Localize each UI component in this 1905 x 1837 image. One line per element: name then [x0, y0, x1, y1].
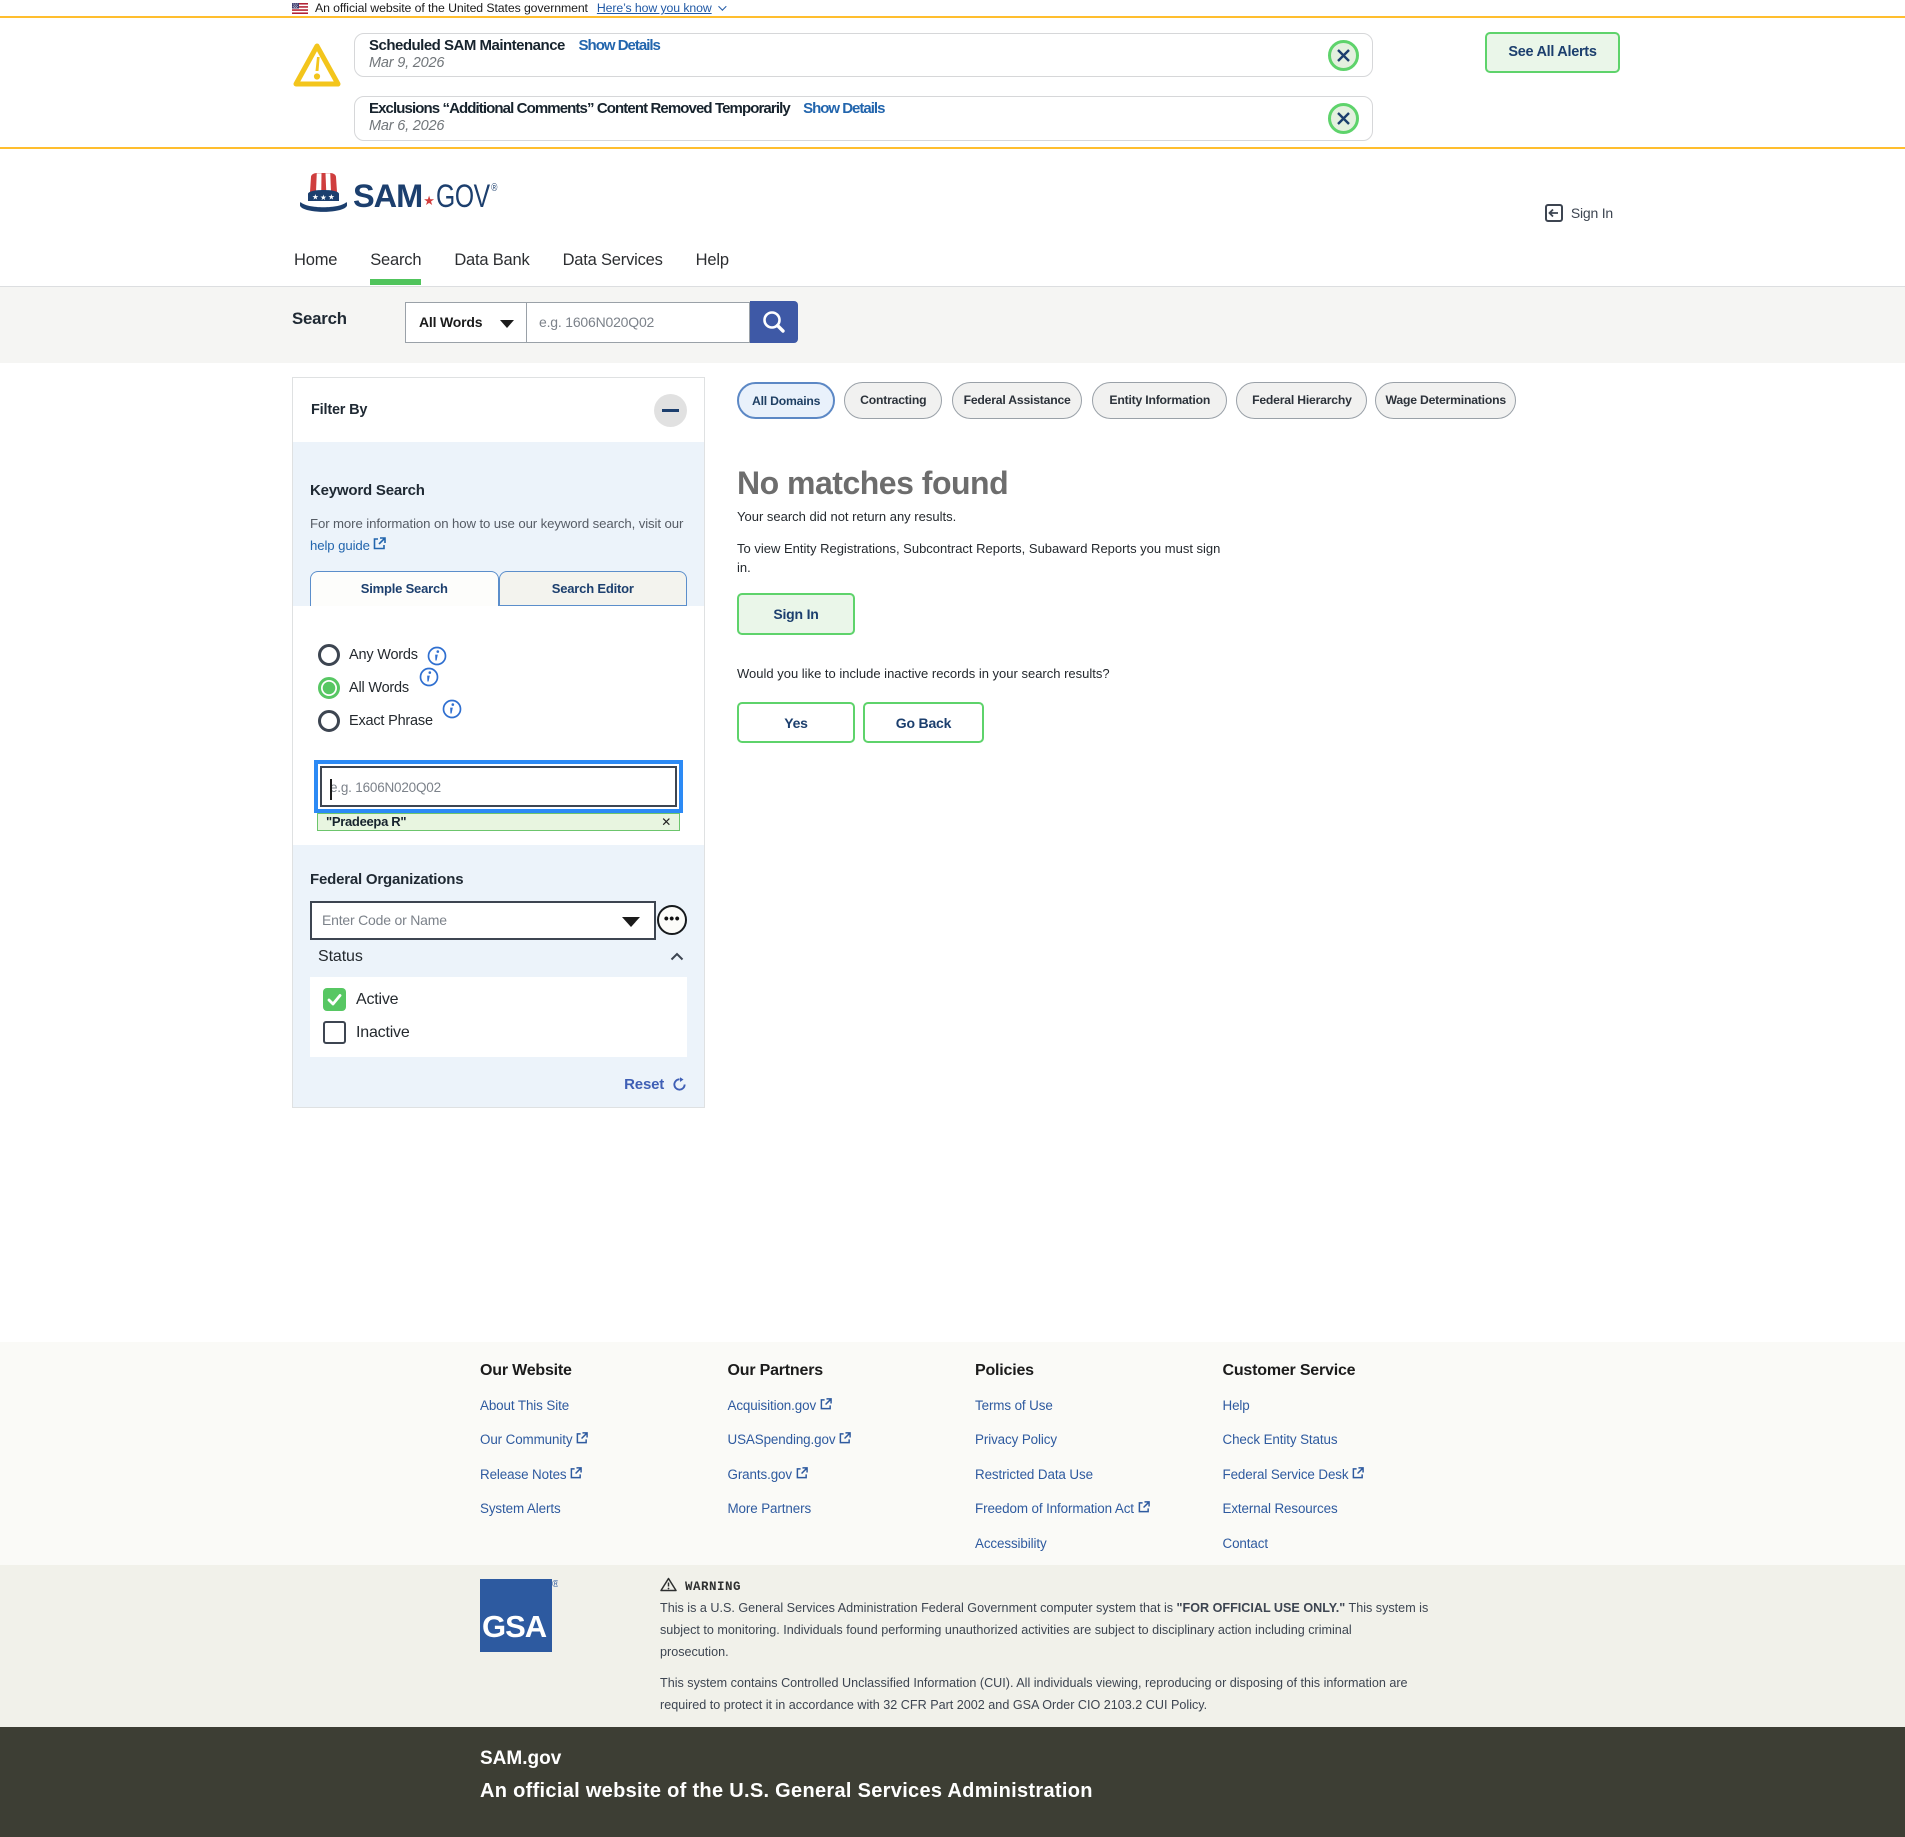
svg-text:®: ®: [552, 1579, 558, 1590]
svg-text:★: ★: [328, 193, 335, 202]
svg-text:GSA: GSA: [482, 1609, 547, 1644]
svg-text:★: ★: [320, 193, 327, 202]
svg-text:★: ★: [312, 193, 319, 202]
